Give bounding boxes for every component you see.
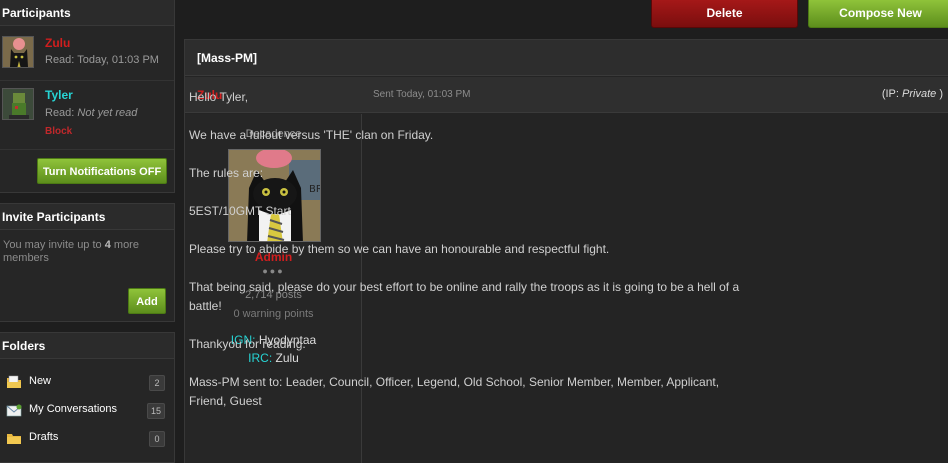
message-paragraph: Mass-PM sent to: Leader, Council, Office… (189, 375, 720, 408)
ip-suffix: ) (939, 88, 943, 100)
read-value: Today, 01:03 PM (77, 54, 159, 66)
invite-count: 4 (104, 239, 111, 251)
folder-drafts[interactable]: Drafts 0 (0, 427, 175, 451)
participants-block: Participants Zulu Read: Today, 01:03 PM (0, 0, 175, 193)
read-status: Read: Today, 01:03 PM (45, 54, 159, 66)
participant-tyler[interactable]: Tyler Read: Not yet read Block (0, 81, 174, 150)
avatar[interactable] (2, 88, 34, 120)
message-paragraph: We have a fullout versus 'THE' clan on F… (189, 128, 434, 142)
read-label: Read: (45, 54, 75, 66)
message-paragraph: Hello Tyler, (189, 90, 249, 104)
invite-prefix: You may invite up to (3, 239, 102, 251)
sidebar: Participants Zulu Read: Today, 01:03 PM (0, 0, 175, 463)
message-paragraph: 5EST/10GMT Start (189, 204, 291, 218)
message-paragraph: Thankyou for reading. (189, 337, 306, 351)
add-button[interactable]: Add (128, 288, 166, 314)
block-link[interactable]: Block (45, 126, 72, 137)
participant-name[interactable]: Tyler (45, 88, 73, 102)
folder-label[interactable]: My Conversations (29, 403, 117, 415)
invite-heading: Invite Participants (0, 204, 174, 230)
avatar[interactable] (2, 36, 34, 68)
read-value: Not yet read (77, 107, 138, 119)
conversation-title: [Mass-PM] (185, 40, 948, 76)
folder-icon (6, 431, 22, 445)
new-folder-icon (6, 375, 22, 389)
folders-block: Folders New 2 My Conversations 15 Drafts… (0, 332, 175, 463)
message-paragraph: That being said, please do your best eff… (189, 280, 740, 313)
ip-value: Private (902, 88, 937, 100)
folder-label[interactable]: New (29, 375, 51, 387)
message-ip: (IP: Private ) (882, 88, 943, 100)
folder-count-badge: 2 (149, 375, 165, 391)
participants-heading: Participants (0, 0, 174, 26)
envelope-icon (6, 403, 22, 417)
message-body: Hello Tyler, We have a fullout versus 'T… (189, 88, 759, 430)
folders-heading: Folders (0, 333, 174, 359)
folder-label[interactable]: Drafts (29, 431, 58, 443)
folder-new[interactable]: New 2 (0, 371, 175, 395)
read-label: Read: (45, 107, 75, 119)
invite-description: You may invite up to 4 more members (0, 230, 174, 274)
ip-prefix: (IP: (881, 88, 899, 100)
participant-name[interactable]: Zulu (45, 36, 70, 50)
invite-participants-block: Invite Participants You may invite up to… (0, 203, 175, 322)
folder-count-badge: 15 (146, 403, 165, 419)
compose-new-button[interactable]: Compose New (808, 0, 948, 28)
read-status: Read: Not yet read (45, 107, 137, 119)
delete-button[interactable]: Delete (651, 0, 798, 28)
folder-count-badge: 0 (149, 431, 165, 447)
participant-zulu[interactable]: Zulu Read: Today, 01:03 PM (0, 26, 174, 81)
message-paragraph: Please try to abide by them so we can ha… (189, 242, 610, 256)
folder-my-conversations[interactable]: My Conversations 15 (0, 399, 175, 423)
turn-notifications-off-button[interactable]: Turn Notifications OFF (37, 158, 167, 184)
message-paragraph: The rules are: (189, 166, 264, 180)
